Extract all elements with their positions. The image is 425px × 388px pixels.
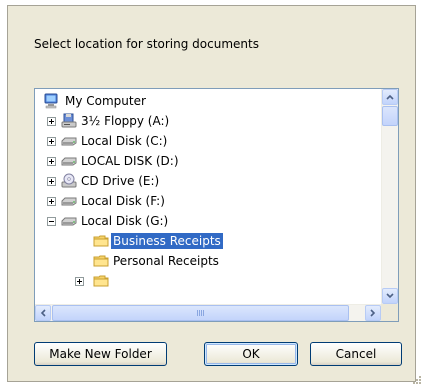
expand-plus-icon[interactable] xyxy=(47,197,56,206)
hard-disk-icon xyxy=(61,197,77,206)
expand-plus-icon[interactable] xyxy=(47,117,56,126)
horizontal-scroll-thumb[interactable] xyxy=(52,305,349,321)
cd-drive-icon xyxy=(61,173,77,188)
tree-rows: My Computer 3½ Floppy (A:) Local Disk (C… xyxy=(35,89,381,304)
scroll-down-button[interactable] xyxy=(382,288,398,304)
expand-plus-icon[interactable] xyxy=(47,137,56,146)
dialog-prompt: Select location for storing documents xyxy=(34,37,259,51)
my-computer-icon xyxy=(44,93,58,109)
ok-button[interactable]: OK xyxy=(204,342,298,366)
vertical-scroll-thumb[interactable] xyxy=(382,106,398,126)
tree-item-label: Local Disk (F:) xyxy=(81,194,165,208)
chevron-down-icon xyxy=(386,293,394,299)
make-new-folder-button[interactable]: Make New Folder xyxy=(34,342,167,366)
scrollbar-corner xyxy=(381,304,398,321)
hard-disk-icon xyxy=(61,137,77,146)
chevron-left-icon xyxy=(40,309,46,317)
tree-item-label: My Computer xyxy=(65,94,146,108)
chevron-up-icon xyxy=(386,94,394,100)
expand-plus-icon[interactable] xyxy=(75,277,84,286)
folder-icon xyxy=(93,275,109,287)
tree-item-label: 3½ Floppy (A:) xyxy=(81,114,170,128)
scroll-grip-icon xyxy=(196,310,205,316)
chevron-right-icon xyxy=(370,309,376,317)
tree-item-label: CD Drive (E:) xyxy=(81,174,160,188)
folder-icon xyxy=(93,255,109,267)
horizontal-scrollbar[interactable] xyxy=(35,304,381,321)
cancel-button[interactable]: Cancel xyxy=(310,342,402,366)
collapse-minus-icon[interactable] xyxy=(47,217,56,226)
tree-item-label: Local Disk (G:) xyxy=(81,214,169,228)
scroll-up-button[interactable] xyxy=(382,89,398,105)
hard-disk-icon xyxy=(61,217,77,226)
folder-tree[interactable]: My Computer 3½ Floppy (A:) Local Disk (C… xyxy=(34,88,399,322)
tree-item-label: Personal Receipts xyxy=(113,254,219,268)
tree-item-label: LOCAL DISK (D:) xyxy=(81,154,179,168)
folder-icon xyxy=(93,235,109,247)
tree-item-label: Local Disk (C:) xyxy=(81,134,168,148)
hard-disk-icon xyxy=(61,157,77,166)
expand-plus-icon[interactable] xyxy=(47,157,56,166)
tree-item-label: Business Receipts xyxy=(111,233,223,249)
vertical-scrollbar[interactable] xyxy=(381,89,398,304)
expand-plus-icon[interactable] xyxy=(47,177,56,186)
floppy-drive-icon xyxy=(61,113,77,128)
scroll-left-button[interactable] xyxy=(35,305,51,321)
resize-grip-icon[interactable] xyxy=(411,374,422,385)
scroll-right-button[interactable] xyxy=(365,305,381,321)
